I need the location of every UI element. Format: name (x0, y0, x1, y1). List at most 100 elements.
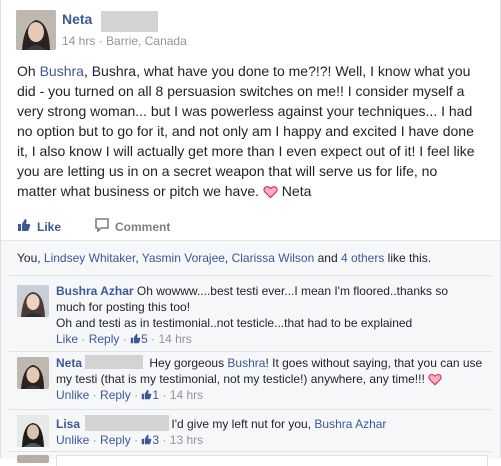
mention-link[interactable]: Bushra (40, 63, 84, 79)
feedback-area: You, Lindsey Whitaker, Yasmin Vorajee, C… (1, 240, 500, 466)
post-author-name[interactable]: Neta (62, 11, 92, 27)
mention-link[interactable]: Bushra Azhar (314, 417, 386, 431)
comment-text-line: much for posting this too! (56, 300, 191, 314)
likes-comma: , (224, 251, 232, 265)
composer-avatar (17, 455, 49, 463)
divider (9, 409, 492, 410)
divider (9, 451, 492, 452)
post-text-segment: very strong woman... but I was powerless… (17, 103, 473, 119)
commenter-avatar[interactable] (17, 415, 49, 447)
comment: Bushra Azhar Oh wowww....best testi ever… (56, 283, 486, 347)
post-text-segment: did - you turned on all 8 persuasion swi… (17, 83, 465, 99)
comment-reply-link[interactable]: Reply (100, 433, 131, 447)
comment-meta: Unlike · Reply · 3 · 13 hrs (56, 433, 203, 447)
comment: Neta Hey gorgeous Bushra! It goes withou… (56, 355, 486, 403)
post-text-segment: , Bushra, what have you done to me?!?! W… (83, 63, 471, 79)
like-label: Like (37, 219, 62, 234)
comment-time[interactable]: 13 hrs (170, 433, 203, 447)
likes-suffix: like this. (384, 251, 432, 265)
divider (9, 275, 492, 276)
comment-reply-link[interactable]: Reply (89, 332, 120, 346)
comment-text: I'd give my left nut for you, (171, 417, 315, 431)
post-card: Neta 14 hrs · Barrie, Canada Oh Bushra, … (0, 0, 501, 466)
redacted-surname (85, 355, 144, 369)
small-thumbs-up-icon (142, 389, 152, 400)
meta-separator: · (162, 433, 167, 447)
comment-like-count[interactable]: 3 (141, 433, 159, 447)
mention-link[interactable]: Bushra (227, 356, 265, 370)
like-count-value: 3 (152, 433, 160, 447)
comment-unlike-link[interactable]: Unlike (56, 433, 89, 447)
meta-separator: · (81, 332, 86, 346)
comment-like-link[interactable]: Like (56, 332, 78, 346)
divider (9, 351, 492, 352)
post-text-segment: you are letting us in on a secret weapon… (17, 163, 438, 179)
heart-icon (263, 186, 278, 199)
likes-summary: You, Lindsey Whitaker, Yasmin Vorajee, C… (17, 251, 431, 265)
post-text-line: Oh Bushra, Bushra, what have you done to… (17, 61, 489, 81)
post-text-line: it, I also know I will actually get more… (17, 141, 489, 161)
post-text-segment: Neta (277, 183, 312, 199)
post-text-line: matter what business or pitch we have. N… (17, 181, 489, 201)
post-meta: 14 hrs · Barrie, Canada (62, 34, 187, 48)
meta-separator: · (122, 332, 127, 346)
comment-author[interactable]: Lisa (56, 417, 80, 431)
commenter-avatar[interactable] (17, 357, 49, 389)
meta-separator: · (151, 332, 156, 346)
liker-link[interactable]: Lindsey Whitaker (44, 251, 135, 265)
commenter-avatar[interactable] (17, 285, 49, 317)
small-thumbs-up-icon (142, 434, 152, 445)
comment-meta: Like · Reply · 5 · 14 hrs (56, 332, 192, 346)
post-text-segment: no option but to go for it, and not only… (17, 123, 474, 139)
post-author-avatar[interactable] (16, 10, 56, 50)
comment-like-count[interactable]: 1 (141, 388, 159, 402)
meta-separator: · (134, 388, 139, 402)
thumbs-up-icon (17, 218, 31, 235)
meta-separator: · (92, 388, 97, 402)
like-count-value: 1 (152, 388, 160, 402)
post-text-segment: Oh (17, 63, 40, 79)
post-text-segment: it, I also know I will actually get more… (17, 143, 475, 159)
likes-prefix: You, (17, 251, 44, 265)
post-text-line: you are letting us in on a secret weapon… (17, 161, 489, 181)
comment: Lisa I'd give my left nut for you, Bushr… (56, 415, 486, 448)
post-text-line: no option but to go for it, and not only… (17, 121, 489, 141)
meta-separator: · (162, 388, 167, 402)
comment-time[interactable]: 14 hrs (170, 388, 203, 402)
post-text-line: did - you turned on all 8 persuasion swi… (17, 81, 489, 101)
post-text-line: very strong woman... but I was powerless… (17, 101, 489, 121)
comment-author[interactable]: Neta (56, 356, 82, 370)
meta-separator: · (92, 433, 97, 447)
comment-text-line: Oh and testi as in testimonial..not test… (56, 316, 413, 330)
comment-text: my testi (that is my testimonial, not my… (56, 372, 429, 386)
like-button[interactable]: Like (17, 218, 61, 235)
comment-unlike-link[interactable]: Unlike (56, 388, 89, 402)
post-location[interactable]: Barrie, Canada (106, 34, 187, 48)
heart-icon (428, 374, 442, 386)
liker-link[interactable]: Clarissa Wilson (232, 251, 315, 265)
comment-time[interactable]: 14 hrs (158, 332, 191, 346)
likes-others-link[interactable]: 4 others (341, 251, 384, 265)
liker-link[interactable]: Yasmin Vorajee (142, 251, 225, 265)
like-count-value: 5 (141, 332, 148, 346)
comment-like-count[interactable]: 5 (130, 332, 148, 346)
post-actions: Like Comment (17, 210, 487, 240)
post-text-segment: matter what business or pitch we have. (17, 183, 263, 199)
comment-text: Hey gorgeous (149, 356, 228, 370)
comment-text-line: Oh wowww....best testi ever...I mean I'm… (136, 284, 449, 298)
comment-text: ! It goes without saying, that you can u… (265, 356, 483, 370)
comment-author[interactable]: Bushra Azhar (56, 284, 134, 298)
post-time[interactable]: 14 hrs (62, 34, 95, 48)
redacted-surname (101, 11, 158, 32)
comment-composer[interactable] (56, 455, 488, 466)
comment-label: Comment (115, 219, 171, 234)
meta-separator: · (134, 433, 139, 447)
small-thumbs-up-icon (130, 333, 141, 344)
comment-reply-link[interactable]: Reply (100, 388, 131, 402)
likes-and: and (314, 251, 341, 265)
post-text: Oh Bushra, Bushra, what have you done to… (17, 61, 489, 201)
speech-bubble-icon (95, 218, 109, 235)
comment-meta: Unlike · Reply · 1 · 14 hrs (56, 388, 203, 402)
redacted-surname (85, 415, 170, 431)
comment-button[interactable]: Comment (95, 218, 170, 235)
